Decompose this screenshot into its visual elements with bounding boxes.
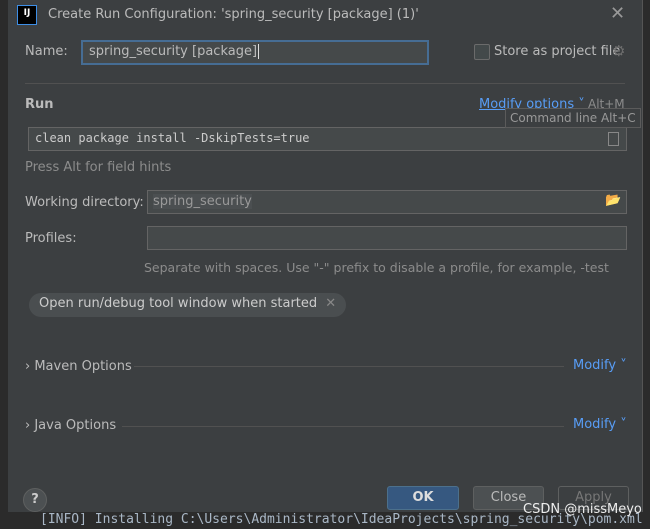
- field-hint: Press Alt for field hints: [25, 160, 172, 175]
- dialog-title: Create Run Configuration: 'spring_securi…: [48, 7, 419, 22]
- command-line-input[interactable]: clean package install -DskipTests=true: [28, 127, 627, 151]
- maven-options-toggle[interactable]: › Maven Options: [25, 359, 132, 374]
- ok-button[interactable]: OK: [387, 486, 459, 510]
- gear-icon[interactable]: ⚙: [612, 42, 625, 60]
- profiles-hint: Separate with spaces. Use "-" prefix to …: [144, 260, 609, 275]
- chevron-right-icon: ›: [25, 418, 31, 433]
- java-options-toggle[interactable]: › Java Options: [25, 418, 116, 433]
- profiles-label: Profiles:: [25, 231, 77, 246]
- name-value: spring_security [package]: [89, 44, 258, 59]
- tooltip: Command line Alt+C: [505, 108, 641, 128]
- folder-icon[interactable]: 📂: [605, 193, 621, 208]
- chip-label: Open run/debug tool window when started: [39, 296, 318, 311]
- working-directory-label: Working directory:: [25, 195, 144, 210]
- divider: [122, 426, 564, 427]
- name-input[interactable]: spring_security [package]: [81, 40, 429, 65]
- store-checkbox[interactable]: [474, 44, 490, 60]
- working-directory-input[interactable]: spring_security: [147, 190, 627, 214]
- divider: [25, 83, 625, 84]
- close-icon[interactable]: ✕: [610, 3, 625, 24]
- open-tool-window-chip[interactable]: Open run/debug tool window when started …: [29, 293, 347, 317]
- intellij-logo-icon: IJ: [17, 5, 37, 25]
- chevron-right-icon: ›: [25, 359, 31, 374]
- expand-icon[interactable]: [608, 132, 619, 146]
- command-value: clean package install -DskipTests=true: [35, 131, 310, 145]
- java-modify-link[interactable]: Modify ˅: [573, 417, 627, 432]
- run-section-title: Run: [25, 97, 54, 112]
- name-label: Name:: [25, 44, 68, 59]
- profiles-input[interactable]: [147, 226, 627, 250]
- help-button[interactable]: ?: [23, 488, 47, 512]
- run-configuration-dialog: IJ Create Run Configuration: 'spring_sec…: [8, 0, 643, 512]
- remove-chip-icon[interactable]: ✕: [325, 296, 336, 311]
- watermark: CSDN @missMeyo: [523, 502, 642, 517]
- maven-modify-link[interactable]: Modify ˅: [573, 358, 627, 373]
- divider: [134, 366, 564, 367]
- store-label[interactable]: Store as project file: [494, 44, 620, 59]
- working-directory-value: spring_security: [153, 194, 252, 209]
